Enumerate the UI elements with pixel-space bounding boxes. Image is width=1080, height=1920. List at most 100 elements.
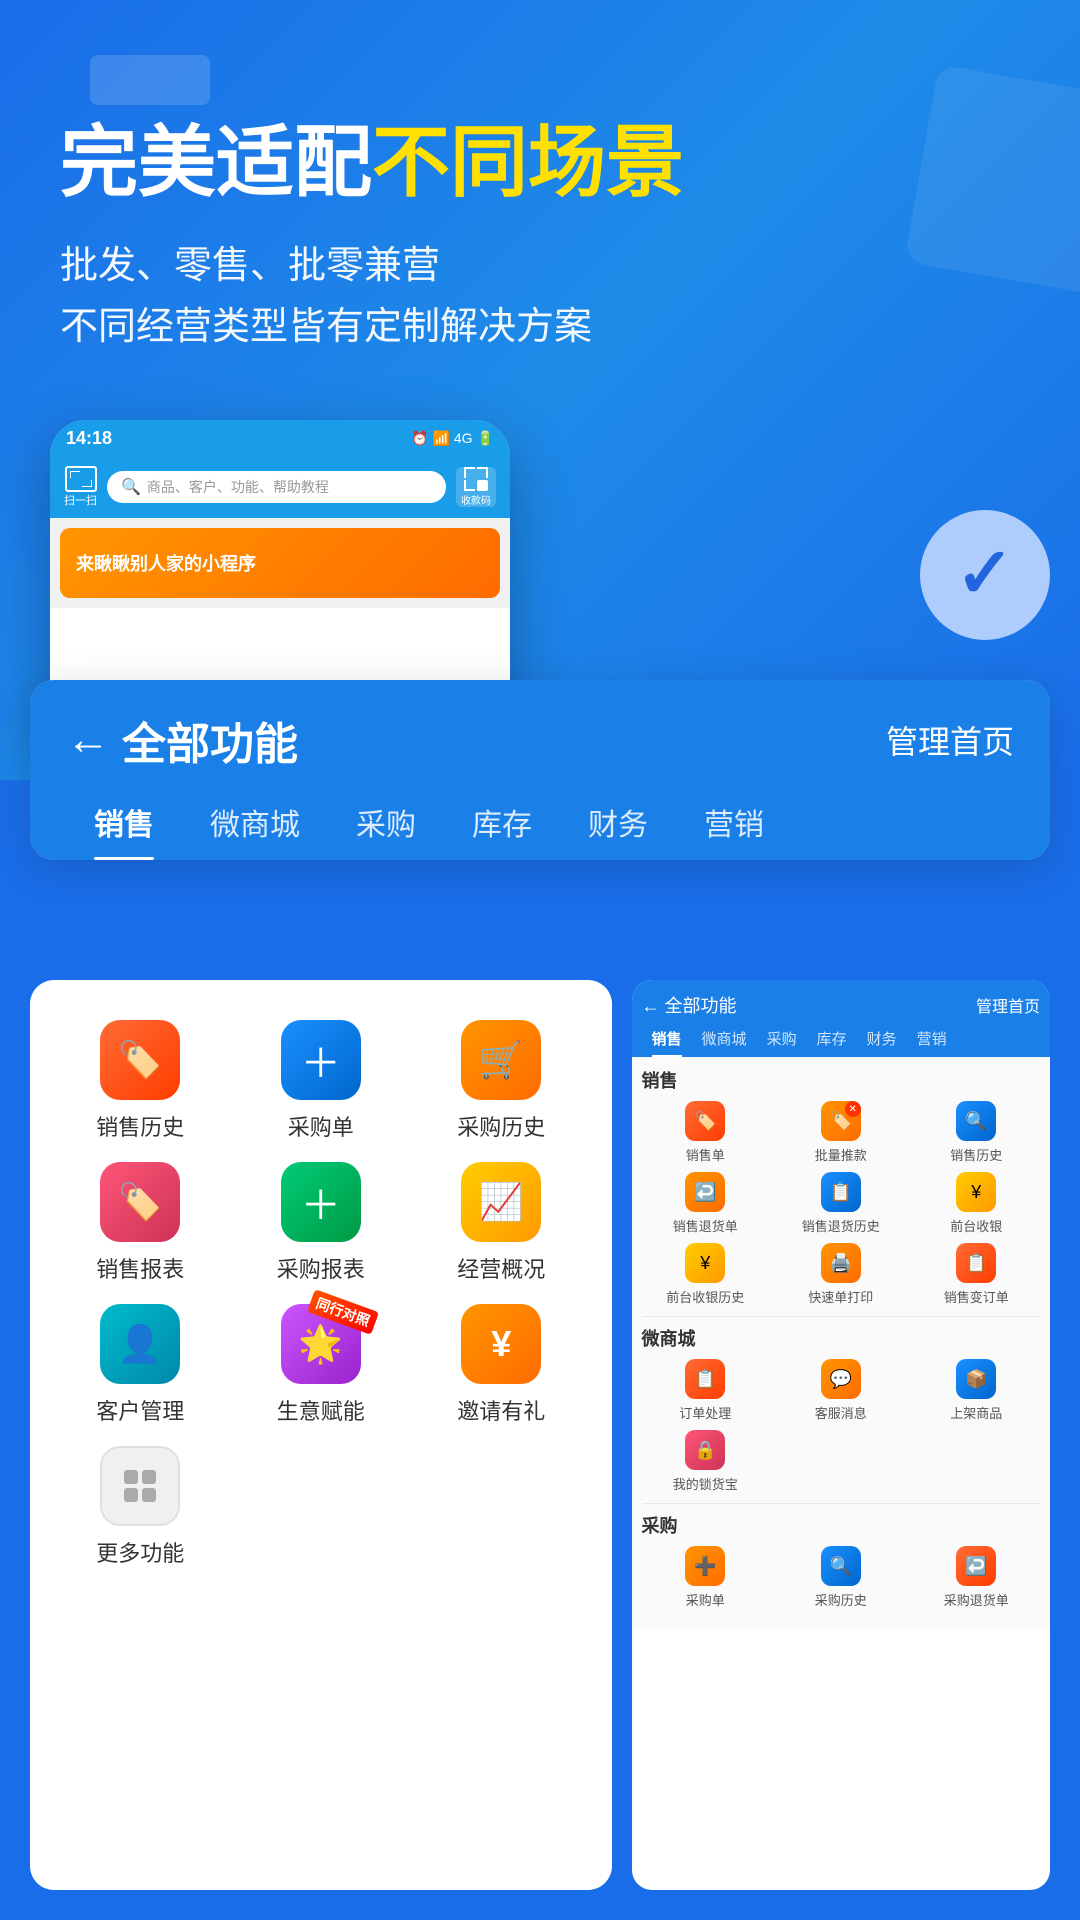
- list-item[interactable]: 📦 上架商品: [913, 1359, 1041, 1422]
- func-card-back-button[interactable]: ← 全部功能: [66, 708, 298, 772]
- list-item[interactable]: 👤 客户管理: [60, 1304, 221, 1426]
- tab-finance[interactable]: 财务: [560, 792, 676, 860]
- qr-label: 收款码: [461, 492, 491, 507]
- func-tabs: 销售 微商城 采购 库存 财务 营销: [66, 792, 1014, 860]
- mini-title-row: ← 全部功能 管理首页: [642, 992, 1040, 1018]
- mini-tab-purchase[interactable]: 采购: [757, 1024, 807, 1057]
- mini-purchase-order-label: 采购单: [686, 1590, 725, 1609]
- mini-sales-return-hist-icon: 📋: [821, 1172, 861, 1212]
- mini-tab-sales[interactable]: 销售: [642, 1024, 692, 1057]
- mini-cashier-hist-icon: ¥: [685, 1243, 725, 1283]
- mini-mgmt-link[interactable]: 管理首页: [976, 993, 1040, 1017]
- func-card-mgmt-link[interactable]: 管理首页: [886, 717, 1014, 763]
- mini-purchase-return-icon: ↩️: [956, 1546, 996, 1586]
- more-functions-label: 更多功能: [96, 1536, 184, 1568]
- mini-order-process-label: 订单处理: [679, 1403, 731, 1422]
- phone-qr-button[interactable]: 收款码: [456, 467, 496, 507]
- mini-batch-push-label: 批量推款: [815, 1145, 867, 1164]
- list-item[interactable]: 🖨️ 快速单打印: [777, 1243, 904, 1306]
- divider-1: [642, 1316, 1040, 1317]
- tab-purchase[interactable]: 采购: [328, 792, 444, 860]
- sales-history-icon: 🏷️: [100, 1020, 180, 1100]
- right-phone: ← 全部功能 管理首页 销售 微商城 采购 库存 财务 营销 销售 🏷️ 销售单: [632, 980, 1050, 1890]
- mini-sales-history-icon: 🔍: [956, 1101, 996, 1141]
- headline-yellow: 不同场景: [372, 118, 684, 206]
- phone-time: 14:18: [66, 428, 112, 449]
- subtitle-line2: 不同经营类型皆有定制解决方案: [60, 297, 1020, 358]
- phone-search-bar[interactable]: 🔍 商品、客户、功能、帮助教程: [107, 471, 446, 503]
- mini-tabs: 销售 微商城 采购 库存 财务 营销: [642, 1024, 1040, 1057]
- mini-section-sales: 销售: [642, 1067, 1040, 1093]
- tab-sales[interactable]: 销售: [66, 792, 182, 860]
- list-item[interactable]: 📋 订单处理: [642, 1359, 769, 1422]
- mini-weishop-grid: 📋 订单处理 💬 客服消息 📦 上架商品 🔒 我的锁货宝: [642, 1359, 1040, 1493]
- func-card-title: 全部功能: [122, 708, 298, 772]
- mini-quick-print-label: 快速单打印: [808, 1287, 873, 1306]
- mini-content: 销售 🏷️ 销售单 🏷️ ✕ 批量推款 🔍 销售历史: [632, 1057, 1050, 1629]
- phone-banner-text: 来瞅瞅别人家的小程序: [76, 550, 256, 576]
- mini-sales-to-order-label: 销售变订单: [944, 1287, 1009, 1306]
- list-item[interactable]: 📈 经营概况: [421, 1162, 582, 1284]
- mini-sales-order-icon: 🏷️: [685, 1101, 725, 1141]
- mini-tab-inventory[interactable]: 库存: [807, 1024, 857, 1057]
- mini-customer-msg-label: 客服消息: [815, 1403, 867, 1422]
- phone-status-icons: ⏰📶4G🔋: [411, 430, 494, 447]
- list-item[interactable]: ＋ 采购单: [241, 1020, 402, 1142]
- list-item[interactable]: ➕ 采购单: [642, 1546, 769, 1609]
- subtitle-line1: 批发、零售、批零兼营: [60, 236, 1020, 297]
- list-item[interactable]: 💬 客服消息: [777, 1359, 904, 1422]
- icon-grid: 🏷️ 销售历史 ＋ 采购单 🛒 采购历史 🏷️ 销售报表 ＋ 采购报表 📈: [50, 1010, 592, 1578]
- list-item[interactable]: 📋 销售变订单: [913, 1243, 1041, 1306]
- mini-sales-return-icon: ↩️: [685, 1172, 725, 1212]
- mini-batch-push-icon: 🏷️ ✕: [821, 1101, 861, 1141]
- mini-purchase-order-icon: ➕: [685, 1546, 725, 1586]
- left-phone: 🏷️ 销售历史 ＋ 采购单 🛒 采购历史 🏷️ 销售报表 ＋ 采购报表 📈: [30, 980, 612, 1890]
- mini-lock-goods-label: 我的锁货宝: [673, 1474, 738, 1493]
- tab-marketing[interactable]: 营销: [676, 792, 792, 860]
- mini-tab-finance[interactable]: 财务: [857, 1024, 907, 1057]
- func-card-header: ← 全部功能 管理首页 销售 微商城 采购 库存 财务 营销: [30, 680, 1050, 860]
- mini-tab-marketing[interactable]: 营销: [907, 1024, 957, 1057]
- list-item[interactable]: 🔒 我的锁货宝: [642, 1430, 769, 1493]
- mini-sales-order-label: 销售单: [686, 1145, 725, 1164]
- list-item[interactable]: 🔍 销售历史: [913, 1101, 1041, 1164]
- bottom-section: 🏷️ 销售历史 ＋ 采购单 🛒 采购历史 🏷️ 销售报表 ＋ 采购报表 📈: [0, 960, 1080, 1920]
- list-item[interactable]: 🏷️ 销售单: [642, 1101, 769, 1164]
- mini-section-weishop: 微商城: [642, 1325, 1040, 1351]
- list-item[interactable]: 📋 销售退货历史: [777, 1172, 904, 1235]
- mini-cashier-label: 前台收银: [950, 1216, 1002, 1235]
- back-arrow: ←: [66, 715, 110, 765]
- list-item[interactable]: ↩️ 采购退货单: [913, 1546, 1041, 1609]
- list-item[interactable]: ¥ 邀请有礼: [421, 1304, 582, 1426]
- customer-mgmt-icon: 👤: [100, 1304, 180, 1384]
- list-item[interactable]: ＋ 采购报表: [241, 1162, 402, 1284]
- mini-cashier-hist-label: 前台收银历史: [666, 1287, 744, 1306]
- mini-tab-weishop[interactable]: 微商城: [692, 1024, 757, 1057]
- list-item[interactable]: 🛒 采购历史: [421, 1020, 582, 1142]
- mini-back-button[interactable]: ← 全部功能: [642, 992, 737, 1018]
- list-item[interactable]: 🏷️ 销售历史: [60, 1020, 221, 1142]
- list-item[interactable]: 🏷️ 销售报表: [60, 1162, 221, 1284]
- tab-inventory[interactable]: 库存: [444, 792, 560, 860]
- list-item[interactable]: 🏷️ ✕ 批量推款: [777, 1101, 904, 1164]
- sales-history-label: 销售历史: [96, 1110, 184, 1142]
- business-overview-icon: 📈: [461, 1162, 541, 1242]
- list-item[interactable]: ¥ 前台收银: [913, 1172, 1041, 1235]
- list-item[interactable]: ↩️ 销售退货单: [642, 1172, 769, 1235]
- tab-weishop[interactable]: 微商城: [182, 792, 328, 860]
- mini-purchase-grid: ➕ 采购单 🔍 采购历史 ↩️ 采购退货单: [642, 1546, 1040, 1609]
- purchase-report-label: 采购报表: [277, 1252, 365, 1284]
- phone-header: 扫一扫 🔍 商品、客户、功能、帮助教程 收款码: [50, 456, 510, 518]
- list-item[interactable]: 更多功能: [60, 1446, 221, 1568]
- func-card-title-row: ← 全部功能 管理首页: [66, 708, 1014, 772]
- list-item[interactable]: ¥ 前台收银历史: [642, 1243, 769, 1306]
- mini-purchase-return-label: 采购退货单: [944, 1590, 1009, 1609]
- list-item[interactable]: 🔍 采购历史: [777, 1546, 904, 1609]
- decorative-rect: [90, 55, 210, 105]
- customer-mgmt-label: 客户管理: [96, 1394, 184, 1426]
- headline: 完美适配不同场景: [60, 120, 1020, 206]
- mini-quick-print-icon: 🖨️: [821, 1243, 861, 1283]
- top-section: 完美适配不同场景 批发、零售、批零兼营 不同经营类型皆有定制解决方案 14:18…: [0, 0, 1080, 780]
- list-item[interactable]: 🌟 同行对照 生意赋能: [241, 1304, 402, 1426]
- mini-shelf-goods-label: 上架商品: [950, 1403, 1002, 1422]
